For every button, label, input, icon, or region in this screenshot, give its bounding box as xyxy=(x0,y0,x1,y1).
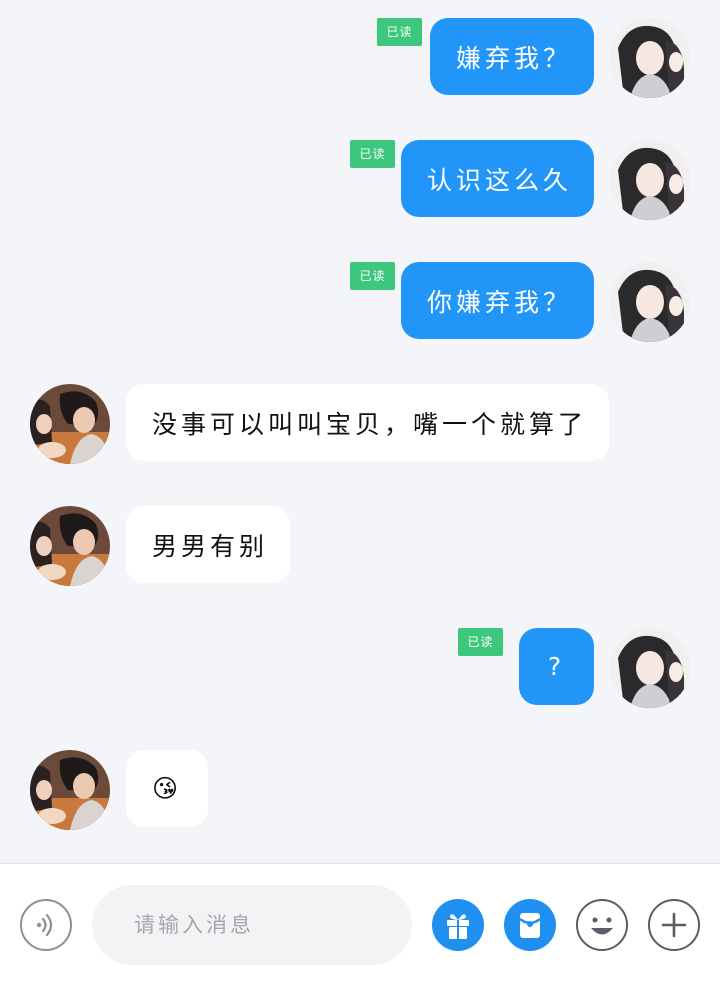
message-row: 已读 认识这么久 xyxy=(0,140,720,220)
avatar-image xyxy=(30,506,110,586)
outgoing-message-bubble[interactable]: 你嫌弃我？ xyxy=(400,262,594,339)
avatar-image xyxy=(610,140,690,220)
my-avatar[interactable] xyxy=(610,18,690,98)
avatar-image xyxy=(30,384,110,464)
message-input[interactable] xyxy=(92,885,412,965)
message-row: 没事可以叫叫宝贝，嘴一个就算了 xyxy=(0,384,720,464)
message-row: 😘 xyxy=(0,750,720,830)
incoming-message-bubble[interactable]: 没事可以叫叫宝贝，嘴一个就算了 xyxy=(126,384,610,461)
emoji-button[interactable] xyxy=(576,899,628,951)
contact-avatar[interactable] xyxy=(30,750,110,830)
avatar-image xyxy=(610,18,690,98)
more-button[interactable] xyxy=(648,899,700,951)
my-avatar[interactable] xyxy=(610,140,690,220)
incoming-message-bubble[interactable]: 😘 xyxy=(126,750,208,827)
gift-button[interactable] xyxy=(432,899,484,951)
read-receipt-badge: 已读 xyxy=(458,628,503,656)
message-row: 已读 你嫌弃我？ xyxy=(0,262,720,342)
message-row: 已读 嫌弃我？ xyxy=(0,18,720,98)
voice-button[interactable] xyxy=(20,899,72,951)
outgoing-message-bubble[interactable]: 认识这么久 xyxy=(400,140,594,217)
chat-message-list[interactable]: 已读 嫌弃我？ 已读 认识这么久 已读 你嫌弃我？ 没事可以叫叫宝贝，嘴一个就算… xyxy=(0,0,720,864)
my-avatar[interactable] xyxy=(610,262,690,342)
outgoing-message-bubble[interactable]: ? xyxy=(519,628,594,705)
avatar-image xyxy=(610,628,690,708)
my-avatar[interactable] xyxy=(610,628,690,708)
message-row: 男男有别 xyxy=(0,506,720,586)
read-receipt-badge: 已读 xyxy=(350,262,395,290)
contact-avatar[interactable] xyxy=(30,384,110,464)
incoming-message-bubble[interactable]: 男男有别 xyxy=(126,506,291,583)
emoji-icon xyxy=(591,917,613,935)
avatar-image xyxy=(30,750,110,830)
plus-icon xyxy=(661,912,687,938)
red-packet-button[interactable] xyxy=(504,899,556,951)
voice-icon xyxy=(36,913,53,937)
gift-icon xyxy=(447,914,469,939)
outgoing-message-bubble[interactable]: 嫌弃我？ xyxy=(429,18,594,95)
message-row: 已读 ? xyxy=(0,628,720,708)
contact-avatar[interactable] xyxy=(30,506,110,586)
avatar-image xyxy=(610,262,690,342)
read-receipt-badge: 已读 xyxy=(377,18,422,46)
read-receipt-badge: 已读 xyxy=(350,140,395,168)
message-composer xyxy=(0,863,720,985)
red-packet-icon xyxy=(519,913,541,938)
